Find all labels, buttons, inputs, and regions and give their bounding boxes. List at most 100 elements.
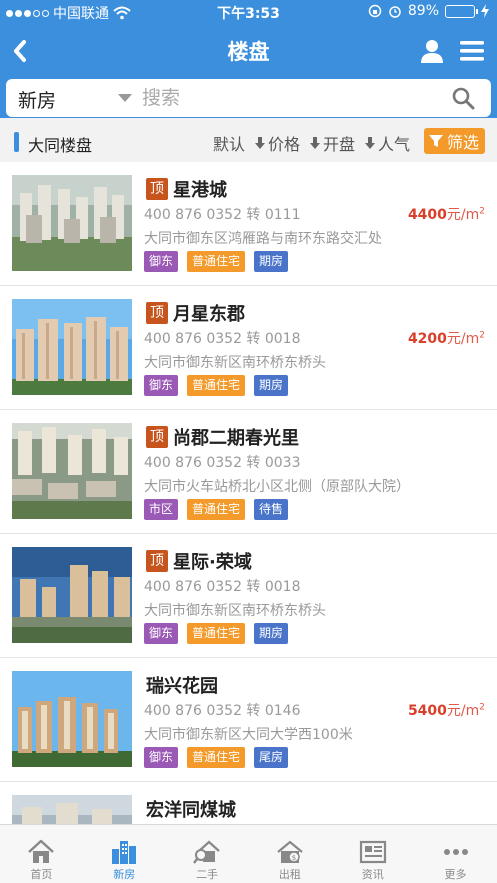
listing-tags: 市区 普通住宅 待售 xyxy=(144,499,289,520)
nav-bar: 楼盘 xyxy=(0,26,497,76)
menu-icon[interactable] xyxy=(459,39,485,63)
filter-button[interactable]: 筛选 xyxy=(423,128,485,154)
listing-item[interactable]: 顶 尚郡二期春光里 400 876 0352 转 0033 大同市火车站桥北小区… xyxy=(0,410,497,534)
listing-photo xyxy=(12,299,132,395)
tab-new-homes[interactable]: 新房 xyxy=(83,825,166,883)
buildings-icon xyxy=(112,841,137,864)
search-icon[interactable] xyxy=(451,86,475,110)
svg-text:$: $ xyxy=(292,854,296,862)
filter-bar: 大同楼盘 默认 价格 开盘 人气 筛选 xyxy=(0,124,497,160)
listing-name: 尚郡二期春光里 xyxy=(173,428,299,449)
listing-item[interactable]: 瑞兴花园 400 876 0352 转 0146 大同市御东新区大同大学西100… xyxy=(0,658,497,782)
listing-price: 4200元/m2 xyxy=(407,330,485,347)
listing-phone[interactable]: 400 876 0352 转 0018 xyxy=(144,576,301,596)
listing-name: 宏洋同煤城 xyxy=(146,800,236,821)
listing-tags: 御东 普通住宅 期房 xyxy=(144,375,289,396)
listing-address: 大同市御东新区南环桥东桥头 xyxy=(144,603,326,619)
chevron-down-icon[interactable] xyxy=(118,94,132,102)
search-type-select[interactable]: 新房 xyxy=(18,86,56,113)
listing-address: 大同市火车站桥北小区北侧（原部队大院） xyxy=(144,479,410,495)
top-badge: 顶 xyxy=(146,302,168,324)
search-input[interactable] xyxy=(142,84,432,112)
tag-status: 期房 xyxy=(254,623,289,644)
section-title: 大同楼盘 xyxy=(28,136,93,155)
listing-tags: 御东 普通住宅 期房 xyxy=(144,623,289,644)
tag-status: 期房 xyxy=(254,251,289,272)
listing-name: 星港城 xyxy=(173,180,227,201)
listing-photo xyxy=(12,423,132,519)
tag-type: 普通住宅 xyxy=(187,251,246,272)
more-dots-icon xyxy=(443,849,468,855)
listing-item[interactable]: 顶 星港城 400 876 0352 转 0111 大同市御东区鸿雁路与南环东路… xyxy=(0,162,497,286)
tag-type: 普通住宅 xyxy=(187,623,246,644)
alarm-icon xyxy=(389,6,401,18)
top-badge: 顶 xyxy=(146,178,168,200)
sort-price[interactable]: 价格 xyxy=(254,131,300,155)
listing-photo xyxy=(12,795,132,824)
section-marker xyxy=(14,132,19,152)
listing-tags: 御东 普通住宅 期房 xyxy=(144,251,289,272)
tag-district: 御东 xyxy=(144,747,179,768)
listing-address: 大同市御东新区南环桥东桥头 xyxy=(144,355,326,371)
listing-phone[interactable]: 400 876 0352 转 0018 xyxy=(144,328,301,348)
tab-second-hand[interactable]: 二手 xyxy=(166,825,249,883)
listing-phone[interactable]: 400 876 0352 转 0146 xyxy=(144,700,301,720)
listing-item[interactable]: 宏洋同煤城 xyxy=(0,782,497,824)
listing-list: 顶 星港城 400 876 0352 转 0111 大同市御东区鸿雁路与南环东路… xyxy=(0,162,497,824)
listing-tags: 御东 普通住宅 尾房 xyxy=(144,747,289,768)
tag-district: 市区 xyxy=(144,499,179,520)
tag-district: 御东 xyxy=(144,623,179,644)
user-icon[interactable] xyxy=(419,38,445,64)
sort-default[interactable]: 默认 xyxy=(213,131,245,155)
sort-options: 默认 价格 开盘 人气 xyxy=(213,131,410,155)
app-screen: 中国联通 下午3:53 89% 楼盘 新房 搜索 大同楼盘 默认 价格 开盘 人… xyxy=(0,0,497,883)
house-search-icon xyxy=(193,840,220,864)
tag-type: 普通住宅 xyxy=(187,375,246,396)
news-icon xyxy=(359,840,386,864)
listing-phone[interactable]: 400 876 0352 转 0111 xyxy=(144,204,301,224)
sort-opening[interactable]: 开盘 xyxy=(309,131,355,155)
tab-home[interactable]: 首页 xyxy=(0,825,83,883)
tag-type: 普通住宅 xyxy=(187,499,246,520)
tag-district: 御东 xyxy=(144,375,179,396)
listing-photo xyxy=(12,671,132,767)
tab-rent[interactable]: $ 出租 xyxy=(248,825,331,883)
tab-bar: 首页 新房 二手 $ 出租 资讯 更多 xyxy=(0,824,497,883)
tab-news[interactable]: 资讯 xyxy=(331,825,414,883)
listing-item[interactable]: 顶 星际·荣域 400 876 0352 转 0018 大同市御东新区南环桥东桥… xyxy=(0,534,497,658)
listing-title: 宏洋同煤城 xyxy=(146,796,236,822)
listing-price: 5400元/m2 xyxy=(407,702,485,719)
tag-district: 御东 xyxy=(144,251,179,272)
tag-type: 普通住宅 xyxy=(187,747,246,768)
battery-icon xyxy=(445,4,478,18)
listing-name: 月星东郡 xyxy=(173,304,245,325)
search-bar: 新房 xyxy=(6,79,491,117)
listing-name: 瑞兴花园 xyxy=(146,676,218,697)
arrow-down-icon xyxy=(255,137,266,149)
rotation-lock-icon xyxy=(368,4,382,18)
charging-icon xyxy=(481,4,489,18)
arrow-down-icon xyxy=(365,137,376,149)
rent-house-icon: $ xyxy=(277,840,303,863)
listing-phone[interactable]: 400 876 0352 转 0033 xyxy=(144,452,301,472)
tab-more[interactable]: 更多 xyxy=(414,825,497,883)
listing-title: 顶 尚郡二期春光里 xyxy=(146,424,299,450)
tag-status: 尾房 xyxy=(254,747,289,768)
sort-popularity[interactable]: 人气 xyxy=(364,131,410,155)
header: 中国联通 下午3:53 89% 楼盘 新房 搜索 xyxy=(0,0,497,118)
listing-address: 大同市御东新区大同大学西100米 xyxy=(144,727,353,743)
listing-title: 顶 星港城 xyxy=(146,176,227,202)
listing-title: 顶 月星东郡 xyxy=(146,300,245,326)
listing-title: 顶 星际·荣域 xyxy=(146,548,252,574)
arrow-down-icon xyxy=(310,137,321,149)
listing-photo xyxy=(12,175,132,271)
funnel-icon xyxy=(428,135,443,147)
home-icon xyxy=(28,839,55,863)
listing-price: 4400元/m2 xyxy=(407,206,485,223)
listing-item[interactable]: 顶 月星东郡 400 876 0352 转 0018 大同市御东新区南环桥东桥头… xyxy=(0,286,497,410)
top-badge: 顶 xyxy=(146,550,168,572)
tag-status: 期房 xyxy=(254,375,289,396)
listing-name: 星际·荣域 xyxy=(173,552,252,573)
battery-percent: 89% xyxy=(407,3,439,19)
top-badge: 顶 xyxy=(146,426,168,448)
